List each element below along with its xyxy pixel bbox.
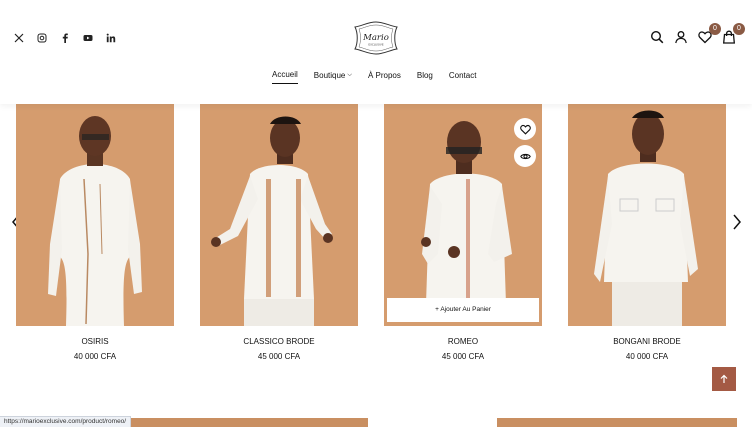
nav-label: Boutique <box>313 70 346 80</box>
product-price: 45 000 CFA <box>257 352 301 361</box>
product-card-bongani-brode[interactable]: BONGANI BRODE 40 000 CFA <box>568 104 726 361</box>
add-to-cart-button[interactable]: + Ajouter Au Panier <box>387 298 539 322</box>
social-links <box>14 31 116 45</box>
site-logo[interactable]: Mario EXCLUSIVE <box>354 21 398 55</box>
quick-view-eye-button[interactable] <box>514 145 536 167</box>
product-image[interactable]: + Ajouter Au Panier <box>384 104 542 326</box>
linkedin-icon[interactable] <box>106 31 116 45</box>
wishlist-count: 0 <box>709 23 721 35</box>
product-card-classico-brode[interactable]: CLASSICO BRODE 45 000 CFA <box>200 104 358 361</box>
product-price: 40 000 CFA <box>625 352 669 361</box>
product-price: 45 000 CFA <box>441 352 485 361</box>
header-tools: 0 0 <box>650 23 745 44</box>
cart-count: 0 <box>733 23 745 35</box>
chevron-down-icon: ⌵ <box>347 71 352 78</box>
logo-text: Mario <box>362 33 389 43</box>
carousel-next-arrow[interactable] <box>731 213 743 231</box>
facebook-icon[interactable] <box>60 31 70 45</box>
back-to-top-button[interactable] <box>712 367 736 391</box>
product-name[interactable]: CLASSICO BRODE <box>200 337 358 346</box>
nav-contact[interactable]: Contact <box>449 70 477 84</box>
product-price: 40 000 CFA <box>73 352 117 361</box>
nav-a-propos[interactable]: À Propos <box>368 70 401 84</box>
logo-subtext: EXCLUSIVE <box>368 43 383 47</box>
cart-icon[interactable]: 0 <box>722 23 745 44</box>
nav-label: À Propos <box>367 70 401 80</box>
nav-label: Blog <box>416 70 433 80</box>
youtube-icon[interactable] <box>83 31 93 45</box>
product-card-osiris[interactable]: OSIRIS 40 000 CFA <box>16 104 174 361</box>
nav-blog[interactable]: Blog <box>417 70 433 84</box>
main-nav: Accueil Boutique ⌵ À Propos Blog Contact <box>272 70 476 84</box>
account-icon[interactable] <box>674 30 688 44</box>
nav-accueil[interactable]: Accueil <box>272 70 298 84</box>
product-name[interactable]: ROMEO <box>384 337 542 346</box>
product-name[interactable]: BONGANI BRODE <box>568 337 726 346</box>
search-icon[interactable] <box>650 30 664 44</box>
product-card-romeo[interactable]: + Ajouter Au Panier ROMEO 45 000 CFA <box>384 104 542 361</box>
wishlist-icon[interactable]: 0 <box>698 23 721 44</box>
banner-image-right[interactable] <box>497 418 737 427</box>
nav-boutique[interactable]: Boutique ⌵ <box>314 70 352 84</box>
wishlist-heart-button[interactable] <box>514 118 536 140</box>
product-image[interactable] <box>568 104 726 326</box>
product-image[interactable] <box>16 104 174 326</box>
x-icon[interactable] <box>14 31 24 45</box>
banner-image-left[interactable] <box>106 418 368 427</box>
nav-label: Accueil <box>272 70 298 79</box>
nav-label: Contact <box>448 70 477 80</box>
site-header: Mario EXCLUSIVE 0 0 Accueil Boutique ⌵ À … <box>0 0 752 104</box>
browser-status-url: https://marioexclusive.com/product/romeo… <box>0 416 132 427</box>
product-name[interactable]: OSIRIS <box>16 337 174 346</box>
instagram-icon[interactable] <box>37 31 47 45</box>
product-image[interactable] <box>200 104 358 326</box>
arrow-up-icon <box>720 374 728 383</box>
